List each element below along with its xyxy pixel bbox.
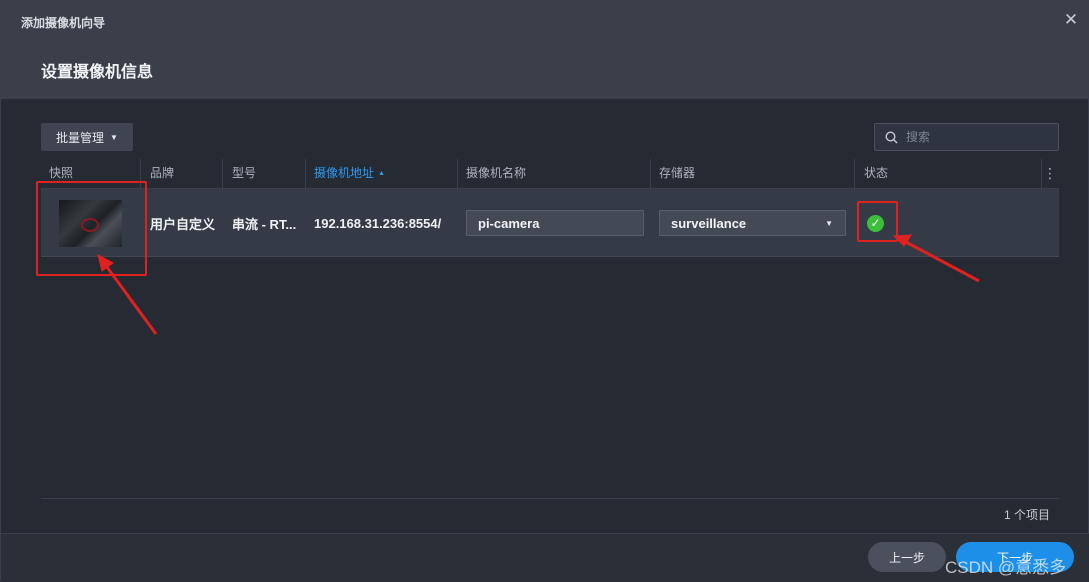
previous-step-button[interactable]: 上一步: [868, 542, 946, 572]
annotation-arrows: [97, 234, 980, 335]
table-footer-divider: [41, 498, 1059, 499]
item-count: 1 个项目: [1004, 508, 1051, 522]
add-camera-wizard-dialog: 添加摄像机向导 ✕ 设置摄像机信息 批量管理 ▼ 快照 品牌 型号 摄像机地址▲…: [0, 0, 1089, 582]
watermark: CSDN @意悉多: [945, 558, 1067, 577]
